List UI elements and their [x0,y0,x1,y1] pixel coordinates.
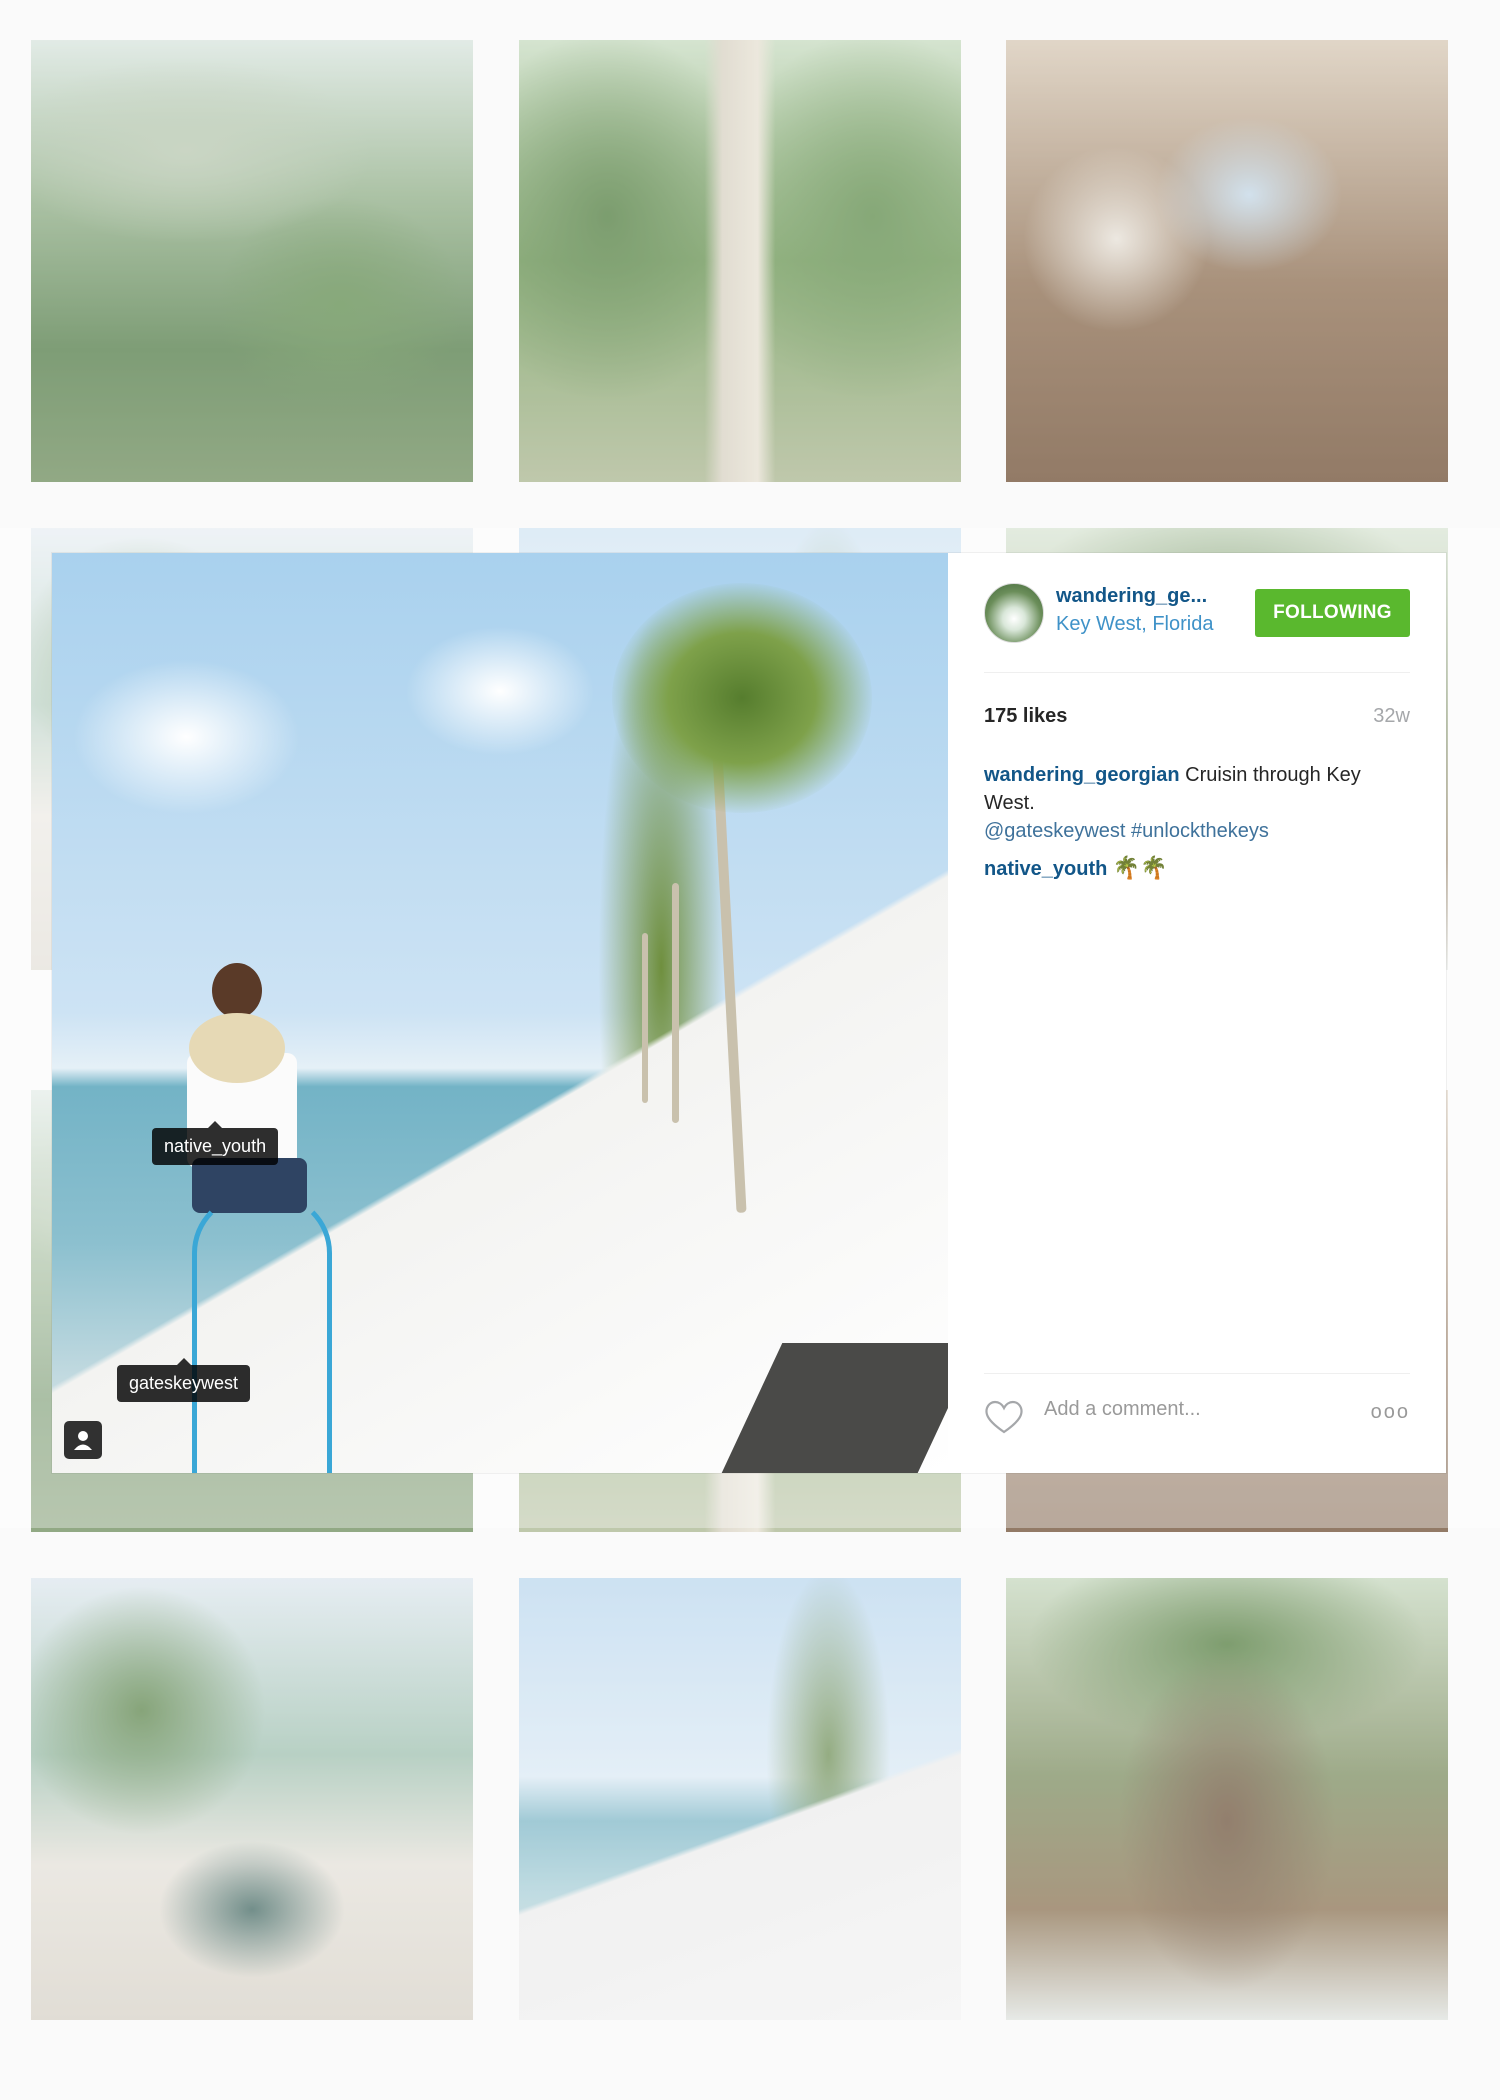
caption-author-link[interactable]: wandering_georgian [984,764,1180,786]
user-tag-icon[interactable] [64,1421,102,1459]
hashtag-link[interactable]: #unlockthekeys [1131,820,1269,842]
following-button[interactable]: FOLLOWING [1255,589,1410,637]
divider [984,672,1410,673]
avatar[interactable] [984,583,1044,643]
username-link[interactable]: wandering_ge... [1056,585,1207,608]
palm-fronds [612,583,872,813]
photo-tag-gateskeywest[interactable]: gateskeywest [117,1358,251,1402]
grid-photo-bike-seawall[interactable] [519,1578,961,2020]
mention-link[interactable]: @gateskeywest [984,820,1125,842]
comment-author-link[interactable]: native_youth [984,858,1107,880]
heart-icon[interactable] [984,1399,1024,1440]
post-photo[interactable]: native_youth gateskeywest [52,553,948,1473]
add-comment-input[interactable] [1042,1397,1346,1422]
post-modal: native_youth gateskeywest wandering_ge..… [52,553,1446,1473]
street-lamp [642,933,648,1103]
location-link[interactable]: Key West, Florida [1056,613,1213,636]
palm-tree [672,883,679,1123]
comment-footer: ooo [984,1393,1410,1443]
likes-count[interactable]: 175 likes [984,705,1067,728]
grass-patch [721,1343,948,1473]
post-caption: wandering_georgian Cruisin through Key W… [984,761,1410,845]
straw-hat [189,1013,285,1083]
more-options-icon[interactable]: ooo [1371,1401,1410,1424]
bicycle [192,1193,332,1473]
grid-photo-banyan-tree[interactable] [1006,1578,1448,2020]
grid-photo-vintage-car[interactable] [31,1578,473,2020]
photo-tag-native-youth[interactable]: native_youth [152,1121,279,1165]
divider [984,1373,1410,1374]
grid-photo-moss-trees[interactable] [31,40,473,482]
palm-tree-emoji: 🌴🌴 [1112,855,1168,880]
post-age[interactable]: 32w [1373,705,1410,728]
post-header: wandering_ge... Key West, Florida FOLLOW… [984,583,1410,643]
grid-photo-trail-walk[interactable] [519,40,961,482]
grid-photo-cigar-rolling[interactable] [1006,40,1448,482]
post-sidebar: wandering_ge... Key West, Florida FOLLOW… [948,553,1446,1473]
comment: native_youth 🌴🌴 [984,855,1168,881]
